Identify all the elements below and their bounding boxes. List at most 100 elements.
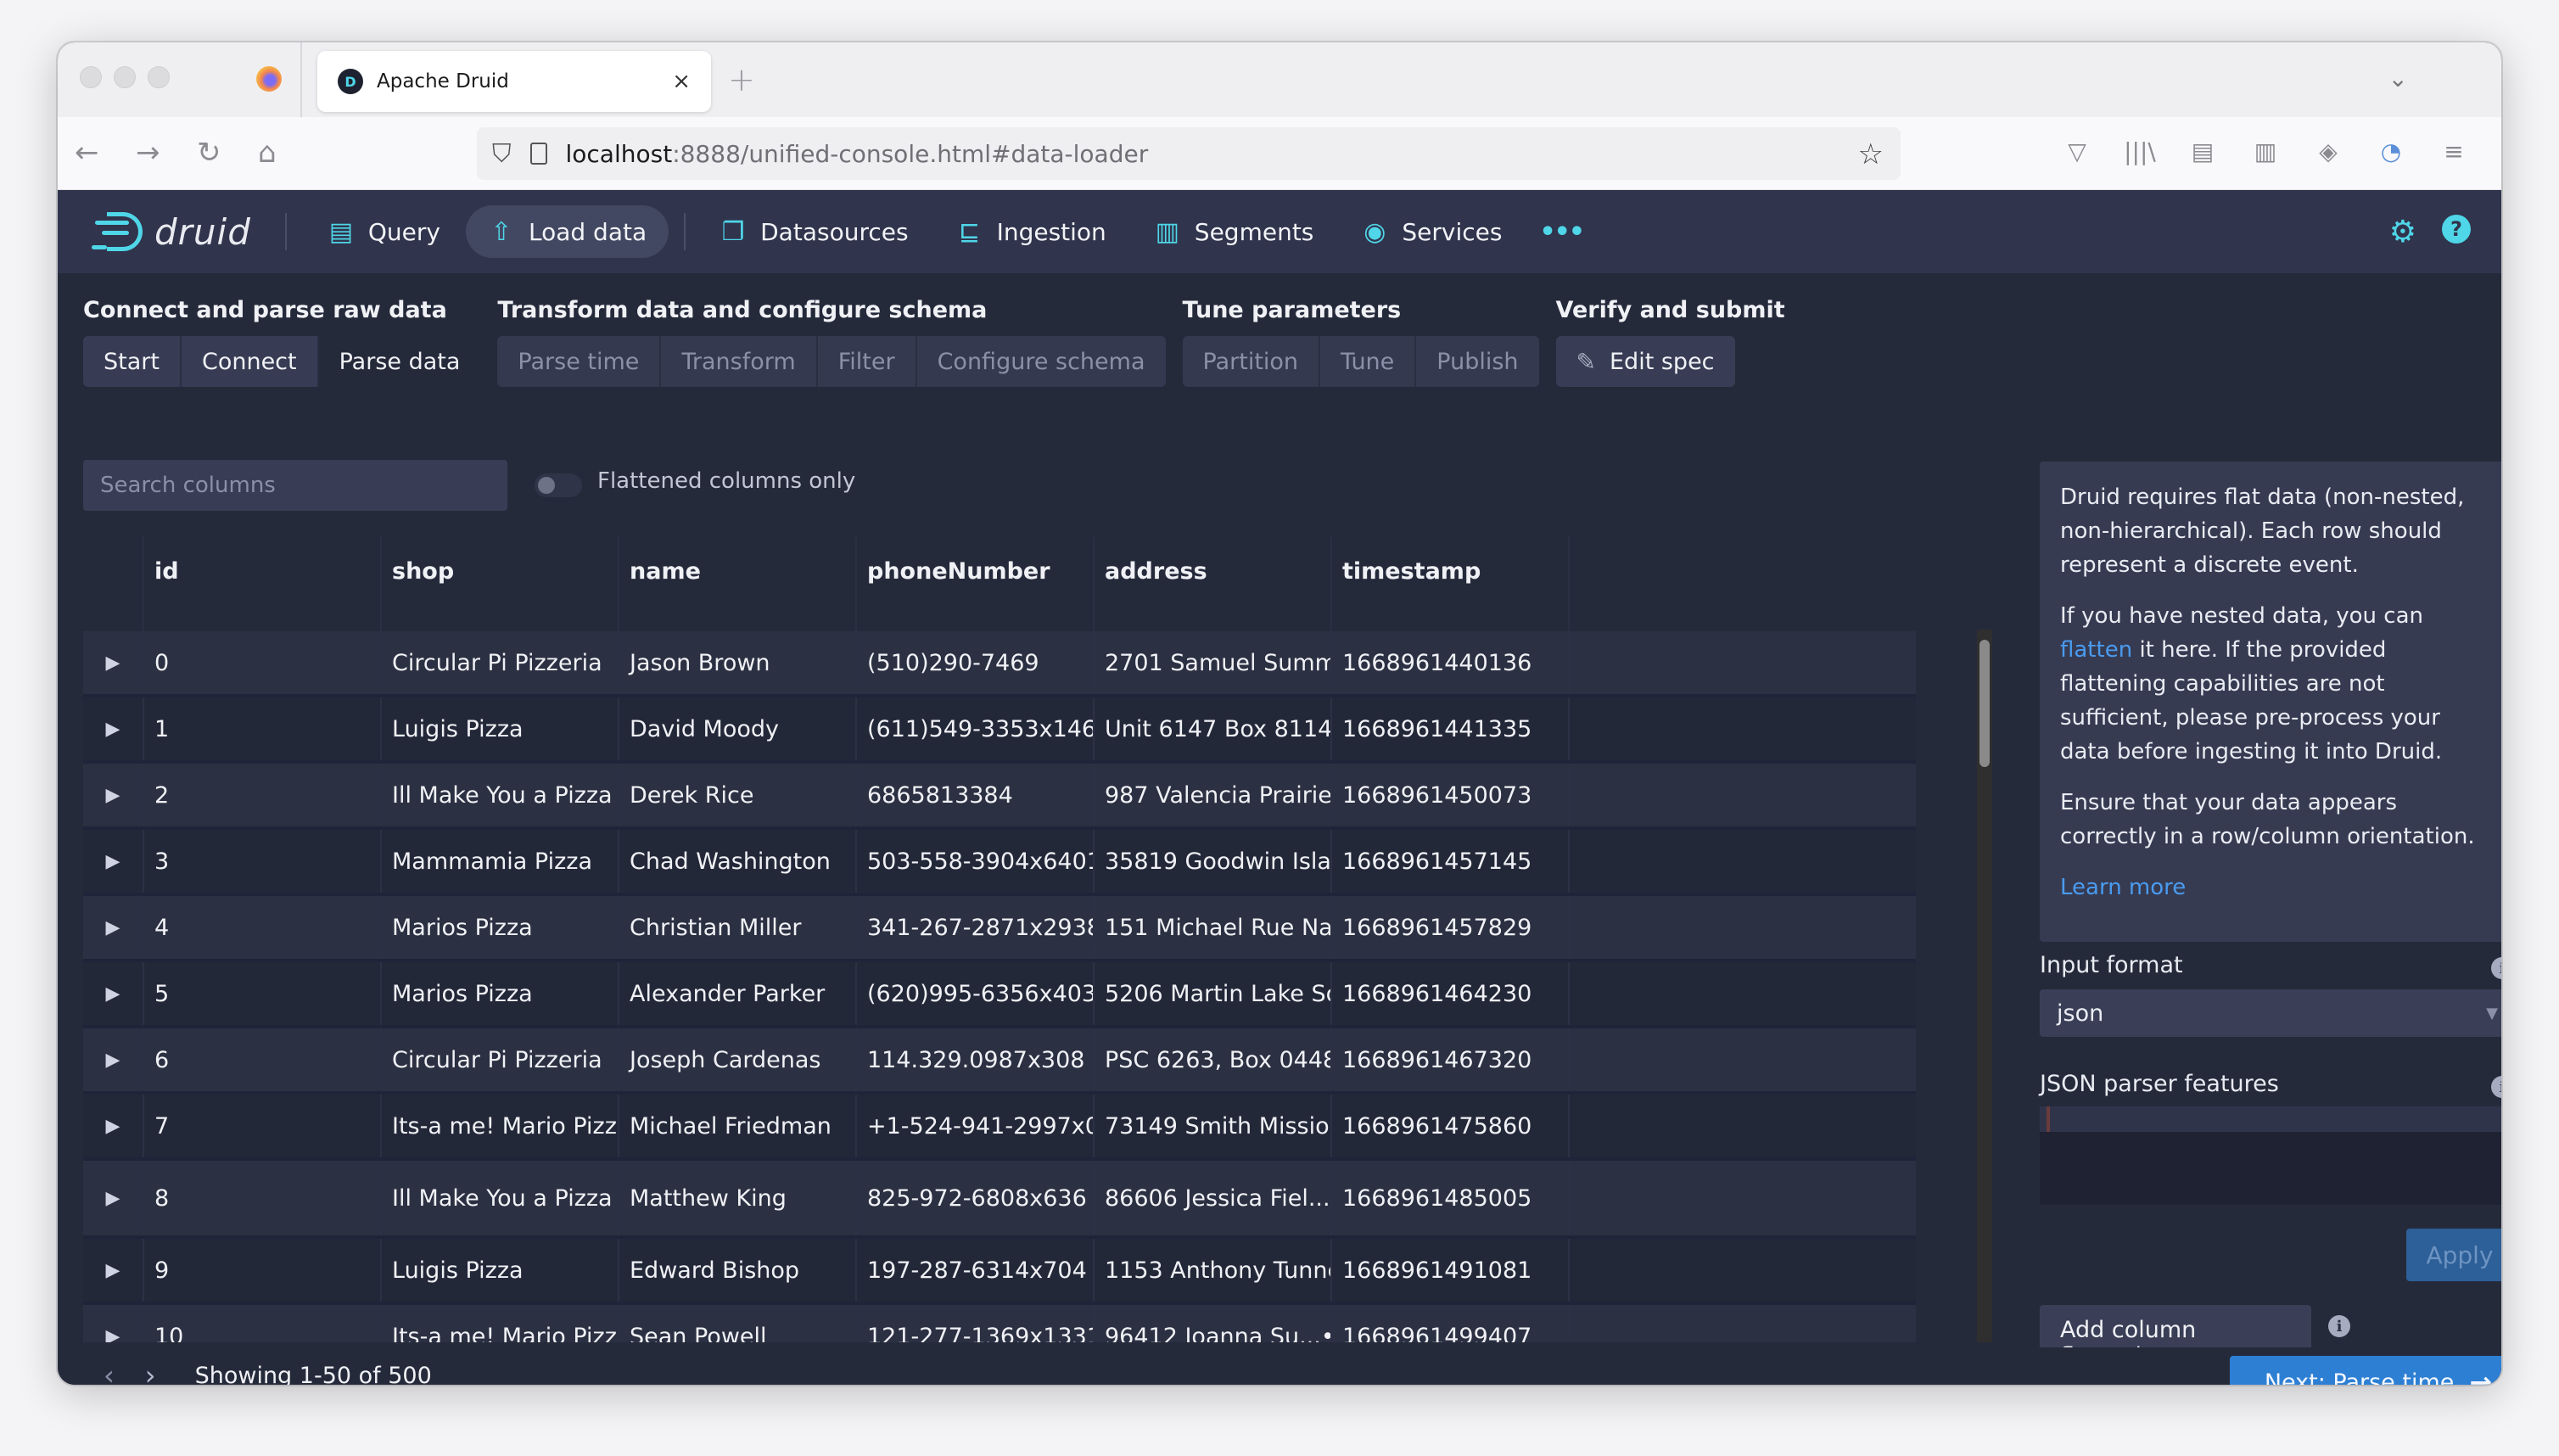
step-partition-button[interactable]: Partition <box>1182 336 1321 387</box>
step-filter-button[interactable]: Filter <box>817 336 917 387</box>
extensions-icon[interactable]: ▥ <box>2248 137 2282 165</box>
json-parser-features-info-icon[interactable]: i <box>2491 1076 2501 1098</box>
privacy-badger-icon[interactable]: ◈ <box>2311 137 2345 165</box>
table-row[interactable]: ▶2Ill Make You a Pizza YcDerek Rice68658… <box>83 764 1916 830</box>
reload-icon[interactable]: ↻ <box>197 136 221 170</box>
nav-ingestion[interactable]: ⊑ Ingestion <box>934 205 1128 258</box>
column-header-timestamp[interactable]: timestamp <box>1330 536 1568 631</box>
table-row[interactable]: ▶ 10 Its-a me! Mario Pizza! Sean Powell 121-… <box>83 1305 1916 1342</box>
cell-timestamp: 1668961467320 <box>1330 1028 1568 1091</box>
header-divider <box>684 213 686 250</box>
column-header-id[interactable]: id <box>143 536 380 631</box>
expand-row-caret-icon[interactable]: ▶ <box>83 1161 143 1235</box>
expand-row-caret-icon[interactable]: ▶ <box>83 896 143 959</box>
browser-tab-bar: D Apache Druid × + ⌄ <box>58 42 2501 117</box>
table-row[interactable]: ▶ 0 Circular Pi Pizzeria Jason Brown (510)29… <box>83 631 1916 697</box>
step-parse-data-button[interactable]: Parse data <box>318 336 481 387</box>
close-window-button[interactable] <box>80 66 102 88</box>
step-group-title: Connect and parse raw data <box>83 297 447 323</box>
nav-query[interactable]: ▤ Query <box>305 205 462 258</box>
expand-row-caret-icon[interactable]: ▶ <box>83 1239 143 1302</box>
minimize-window-button[interactable] <box>114 66 136 88</box>
table-row[interactable]: ▶ 6 Circular Pi Pizzeria Joseph Cardenas 114… <box>83 1028 1916 1095</box>
table-scrollbar-thumb[interactable] <box>1979 640 1990 767</box>
step-publish-button[interactable]: Publish <box>1416 336 1539 387</box>
learn-more-link[interactable]: Learn more <box>2060 875 2186 900</box>
settings-gear-icon[interactable]: ⚙ <box>2389 215 2416 249</box>
expand-row-caret-icon[interactable]: ▶ <box>83 830 143 893</box>
next-page-chevron-icon[interactable]: › <box>145 1359 156 1385</box>
expand-row-caret-icon[interactable]: ▶ <box>83 1305 143 1343</box>
flatten-link[interactable]: flatten <box>2060 637 2132 663</box>
json-parser-features-editor[interactable] <box>2040 1106 2501 1205</box>
browser-tab-active[interactable]: D Apache Druid × <box>317 51 711 112</box>
back-arrow-icon[interactable]: ← <box>75 136 99 170</box>
expand-row-caret-icon[interactable]: ▶ <box>83 697 143 760</box>
step-connect-button[interactable]: Connect <box>181 336 319 387</box>
maximize-window-button[interactable] <box>148 66 170 88</box>
new-tab-button[interactable]: + <box>728 61 755 98</box>
table-row[interactable]: ▶ 1 Luigis Pizza David Moody (611)549-3353x1… <box>83 697 1916 764</box>
column-header-name[interactable]: name <box>618 536 855 631</box>
column-flattening-info-icon[interactable]: i <box>2328 1315 2350 1337</box>
input-format-select[interactable]: json ▼ <box>2040 989 2501 1037</box>
table-row[interactable]: ▶ 7 Its-a me! Mario Pizza! Michael Friedman… <box>83 1095 1916 1161</box>
apply-button[interactable]: Apply <box>2406 1229 2501 1281</box>
more-icon[interactable]: ••• <box>1539 217 1585 247</box>
expand-row-caret-icon[interactable]: ▶ <box>83 764 143 826</box>
account-icon[interactable]: ◔ <box>2374 137 2408 165</box>
nav-segments[interactable]: ▥ Segments <box>1132 205 1336 258</box>
druid-logo[interactable]: druid <box>92 210 251 253</box>
cell-id: 2 <box>143 764 380 826</box>
column-header-phone-number[interactable]: phoneNumber <box>855 536 1093 631</box>
nav-datasources[interactable]: ❐ Datasources <box>697 205 930 258</box>
table-row[interactable]: ▶ 4 Marios Pizza Christian Miller 341-267-28… <box>83 896 1916 962</box>
tracking-shield-icon[interactable]: ⛉ <box>492 139 512 169</box>
tab-close-icon[interactable]: × <box>672 69 691 94</box>
expand-row-caret-icon[interactable]: ▶ <box>83 631 143 694</box>
edit-spec-icon: ✎ <box>1576 347 1596 376</box>
table-row[interactable]: ▶ 3 Mammamia Pizza Chad Washington 503-558-3… <box>83 830 1916 896</box>
nav-load-data[interactable]: ⇧ Load data <box>465 205 669 258</box>
flattened-columns-toggle[interactable] <box>535 473 582 497</box>
column-header-address[interactable]: address <box>1093 536 1330 631</box>
expand-row-caret-icon[interactable]: ▶ <box>83 962 143 1025</box>
tab-list-chevron-icon[interactable]: ⌄ <box>2388 64 2408 92</box>
cell-phone-number: (620)995-6356x403 <box>855 962 1093 1025</box>
step-start-button[interactable]: Start <box>83 336 182 387</box>
url-bar[interactable]: ⛉ localhost:8888/unified-console.html#da… <box>477 127 1901 180</box>
next-parse-time-button[interactable]: Next: Parse time → <box>2230 1356 2501 1385</box>
table-row[interactable]: ▶8Ill Make You a Pizza YcMatthew King825… <box>83 1161 1916 1239</box>
url-text[interactable]: localhost:8888/unified-console.html#data… <box>566 140 1149 168</box>
search-columns-input[interactable] <box>100 473 490 498</box>
page-info-icon[interactable] <box>529 143 547 165</box>
add-column-flattening-button[interactable]: Add column flattening <box>2040 1305 2311 1347</box>
step-tune-button[interactable]: Tune <box>1320 336 1417 387</box>
help-icon[interactable]: ? <box>2442 214 2471 244</box>
input-format-info-icon[interactable]: i <box>2491 957 2501 979</box>
bookmark-star-icon[interactable]: ☆ <box>1858 137 1884 171</box>
search-columns-field[interactable] <box>83 460 507 511</box>
step-configure-schema-button[interactable]: Configure schema <box>916 336 1166 387</box>
hamburger-menu-icon[interactable]: ≡ <box>2437 137 2471 165</box>
table-scrollbar[interactable] <box>1977 630 1992 1342</box>
pocket-icon[interactable]: ▽ <box>2060 137 2094 165</box>
cell-filler <box>1568 764 1916 826</box>
table-row[interactable]: ▶ 9 Luigis Pizza Edward Bishop 197-287-6314x… <box>83 1239 1916 1305</box>
sidebar-icon[interactable]: ▤ <box>2186 137 2220 165</box>
expand-row-caret-icon[interactable]: ▶ <box>83 1028 143 1091</box>
nav-services[interactable]: ◉ Services <box>1339 205 1524 258</box>
step-transform-button[interactable]: Transform <box>661 336 818 387</box>
cell-address: 35819 Goodwin Island <box>1093 830 1330 893</box>
column-header-shop[interactable]: shop <box>380 536 618 631</box>
cell-name: Jason Brown <box>618 631 855 694</box>
expand-row-caret-icon[interactable]: ▶ <box>83 1095 143 1157</box>
library-icon[interactable]: |||\ <box>2123 137 2157 165</box>
forward-arrow-icon[interactable]: → <box>136 136 160 170</box>
home-icon[interactable]: ⌂ <box>258 136 277 170</box>
prev-page-chevron-icon[interactable]: ‹ <box>104 1359 115 1385</box>
step-parse-time-button[interactable]: Parse time <box>497 336 662 387</box>
table-row[interactable]: ▶ 5 Marios Pizza Alexander Parker (620)995-6… <box>83 962 1916 1028</box>
edit-spec-button[interactable]: ✎ Edit spec <box>1555 336 1735 387</box>
cell-name: Matthew King <box>618 1161 855 1235</box>
